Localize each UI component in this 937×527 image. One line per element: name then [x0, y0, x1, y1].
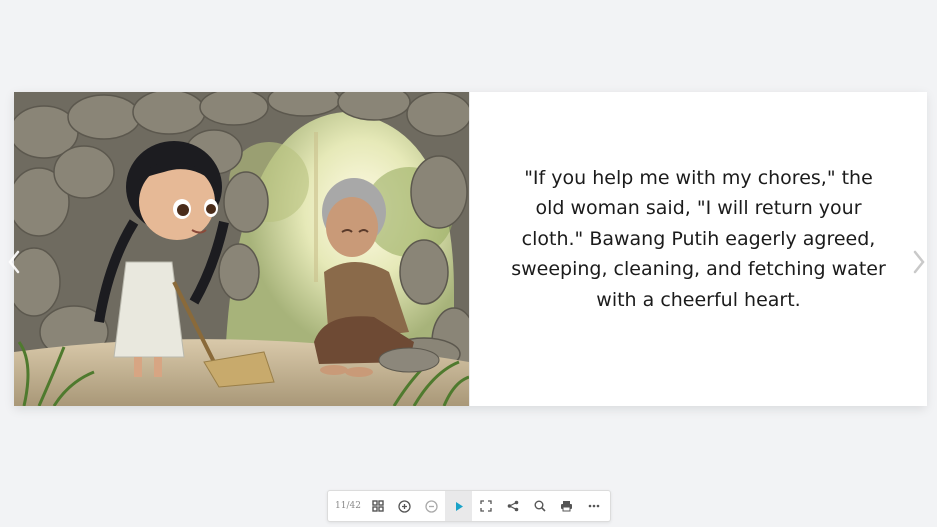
- illustration-page: [14, 92, 469, 406]
- share-button[interactable]: [499, 491, 526, 521]
- fullscreen-icon: [479, 500, 492, 512]
- previous-page-button[interactable]: [4, 247, 24, 277]
- thumbnails-button[interactable]: [364, 491, 391, 521]
- zoom-out-button[interactable]: [418, 491, 445, 521]
- print-button[interactable]: [553, 491, 580, 521]
- text-page: "If you help me with my chores," the old…: [469, 92, 927, 406]
- story-text: "If you help me with my chores," the old…: [511, 166, 886, 311]
- more-button[interactable]: [580, 491, 607, 521]
- grid-icon: [371, 500, 384, 512]
- flipbook-spread: "If you help me with my chores," the old…: [14, 92, 927, 406]
- next-page-button[interactable]: [909, 247, 929, 277]
- zoom-in-icon: [398, 499, 411, 513]
- print-icon: [561, 501, 572, 512]
- zoom-in-button[interactable]: [391, 491, 418, 521]
- autoplay-button[interactable]: [445, 491, 472, 521]
- fullscreen-button[interactable]: [472, 491, 499, 521]
- chevron-right-icon: [913, 250, 925, 274]
- search-icon: [534, 500, 546, 512]
- flipbook-toolbar: 11/42: [327, 490, 611, 522]
- chevron-left-icon: [8, 250, 20, 274]
- search-button[interactable]: [526, 491, 553, 521]
- story-illustration: [14, 92, 469, 406]
- more-icon: [588, 504, 599, 508]
- share-icon: [507, 500, 518, 512]
- page-counter: 11/42: [335, 501, 361, 511]
- zoom-out-icon: [425, 499, 438, 513]
- play-icon: [455, 501, 463, 511]
